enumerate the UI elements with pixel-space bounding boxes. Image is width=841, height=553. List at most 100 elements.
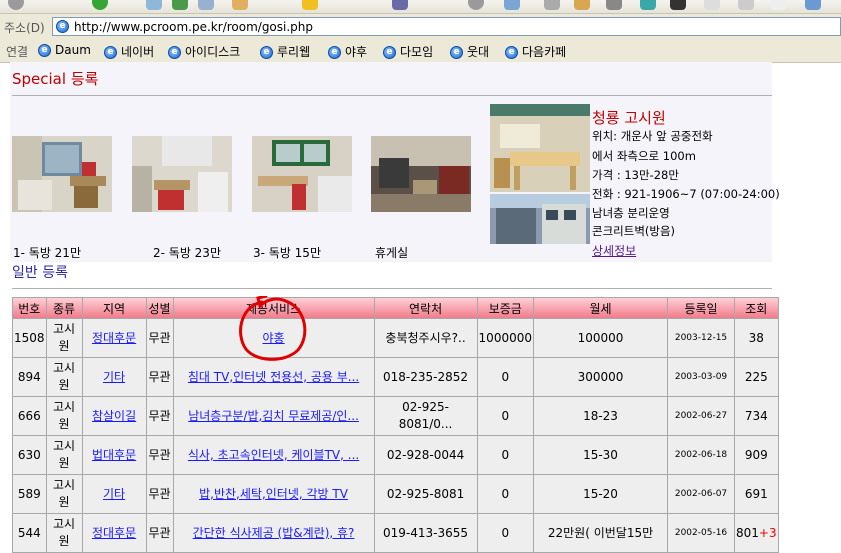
area-link[interactable]: 기타 xyxy=(103,487,125,501)
link-yahoo[interactable]: e 야후 xyxy=(328,43,367,60)
refresh-icon[interactable] xyxy=(172,0,188,10)
print-icon[interactable] xyxy=(544,0,560,10)
cell-no: 589 xyxy=(13,475,46,513)
room-photo-1[interactable] xyxy=(12,136,112,212)
header-service: 제공서비스 xyxy=(173,298,374,318)
room-photo-3[interactable] xyxy=(252,136,352,212)
header-deposit: 보증금 xyxy=(477,298,533,318)
table-row: 894 고시원 기타 무관 침대 TV,인터넷 전용선, 공용 부... 018… xyxy=(13,358,778,396)
link-daumcafe[interactable]: e 다음카페 xyxy=(505,43,566,60)
messenger-icon[interactable] xyxy=(640,0,656,10)
photo-caption: 3- 독방 15만 xyxy=(253,246,321,260)
service-link[interactable]: 침대 TV,인터넷 전용선, 공용 부... xyxy=(188,370,359,384)
divider xyxy=(12,95,772,96)
room-photo-2[interactable] xyxy=(132,136,232,212)
area-link[interactable]: 기타 xyxy=(103,370,125,384)
area-link[interactable]: 정대후문 xyxy=(92,526,136,540)
area-link[interactable]: 정대후문 xyxy=(92,331,136,345)
cell-views: 801+3 xyxy=(735,514,778,552)
featured-info-line: 남녀층 분리운영 xyxy=(592,206,670,220)
header-area: 지역 xyxy=(82,298,146,318)
cell-type: 고시원 xyxy=(46,514,82,552)
featured-photo-2[interactable] xyxy=(490,194,590,244)
link-ruliweb[interactable]: e 루리웹 xyxy=(260,43,310,60)
area-link[interactable]: 참살이길 xyxy=(92,409,136,423)
cell-service: 밥,반찬,세탁,인터넷, 각방 TV xyxy=(173,475,374,513)
cell-type: 고시원 xyxy=(46,436,82,474)
cell-deposit: 0 xyxy=(477,514,533,552)
cell-date: 2002-06-18 xyxy=(668,436,734,474)
link-label: 아이디스크 xyxy=(185,45,241,59)
ie-link-icon: e xyxy=(328,46,341,59)
featured-info-line: 전화 : 921-1906~7 (07:00-24:00) xyxy=(592,187,780,201)
cell-no: 544 xyxy=(13,514,46,552)
area-link[interactable]: 법대후문 xyxy=(92,448,136,462)
ie-link-icon: e xyxy=(260,46,273,59)
featured-photo-1[interactable] xyxy=(490,104,590,192)
favorites-icon[interactable] xyxy=(302,0,318,10)
table-row: 1508 고시원 정대후문 무관 야홍 충북청주시우?.. 1000000 10… xyxy=(13,319,778,357)
mail-icon[interactable] xyxy=(504,0,520,10)
cell-date: 2002-06-07 xyxy=(668,475,734,513)
photo-caption: 휴게실 xyxy=(375,246,409,260)
service-link[interactable]: 식사, 초고속인터넷, 케이블TV, ... xyxy=(188,448,359,462)
cell-no: 1508 xyxy=(13,319,46,357)
table-row: 589 고시원 기타 무관 밥,반찬,세탁,인터넷, 각방 TV 02-925-… xyxy=(13,475,778,513)
edit-icon[interactable] xyxy=(232,0,248,10)
detail-info-link[interactable]: 상세정보 xyxy=(592,242,636,259)
tools-icon[interactable] xyxy=(738,0,754,10)
cell-views: 734 xyxy=(735,397,778,435)
lounge-photo[interactable] xyxy=(371,136,471,212)
url-input[interactable]: e http://www.pcroom.pe.kr/room/gosi.php xyxy=(52,17,841,36)
cell-rent: 300000 xyxy=(534,358,667,396)
page-icon[interactable] xyxy=(704,0,720,10)
lounge-photo-image xyxy=(371,136,471,212)
service-link[interactable]: 야홍 xyxy=(263,331,285,345)
featured-info-line: 위치: 개운사 앞 공중전화 xyxy=(592,129,713,143)
ie-link-icon: e xyxy=(383,46,396,59)
service-link[interactable]: 남녀층구분/밥,김치 무료제공/인... xyxy=(188,409,359,423)
edit-page-icon[interactable] xyxy=(574,0,590,10)
ie-link-icon: e xyxy=(38,44,51,57)
history-icon[interactable] xyxy=(468,0,484,10)
research-icon[interactable] xyxy=(670,0,686,10)
cell-rent: 15-30 xyxy=(534,436,667,474)
cell-sex: 무관 xyxy=(146,358,173,396)
links-label: 연결 xyxy=(6,45,29,59)
cell-date: 2002-06-27 xyxy=(668,397,734,435)
cell-contact: 02-925-8081/0... xyxy=(374,397,477,435)
cell-views: 38 xyxy=(735,319,778,357)
discuss-icon[interactable] xyxy=(606,0,622,10)
photo-caption: 1- 독방 21만 xyxy=(13,246,81,260)
divider xyxy=(12,288,772,289)
bookmark-icon[interactable] xyxy=(770,0,786,10)
stop-icon[interactable] xyxy=(146,0,162,10)
forward-icon[interactable] xyxy=(92,0,108,10)
cell-type: 고시원 xyxy=(46,358,82,396)
service-link[interactable]: 간단한 식사제공 (밥&계란), 휴? xyxy=(193,526,355,540)
link-label: 루리웹 xyxy=(277,45,311,59)
media-icon[interactable] xyxy=(392,0,408,10)
cell-rent: 100000 xyxy=(534,319,667,357)
address-label: 주소(D) xyxy=(4,21,45,35)
link-daum[interactable]: e Daum xyxy=(38,43,91,57)
room-photo-3-image xyxy=(252,136,352,212)
table-row: 630 고시원 법대후문 무관 식사, 초고속인터넷, 케이블TV, ... 0… xyxy=(13,436,778,474)
back-icon[interactable] xyxy=(8,0,24,10)
home-icon[interactable] xyxy=(198,0,214,10)
cell-rent: 22만원( 이번달15만 xyxy=(534,514,667,552)
link-naver[interactable]: e 네이버 xyxy=(104,43,154,60)
link-utdae[interactable]: e 웃대 xyxy=(450,43,489,60)
extra-icon[interactable] xyxy=(805,0,821,10)
general-title: 일반 등록 xyxy=(12,265,68,281)
link-idisk[interactable]: e 아이디스크 xyxy=(168,43,240,60)
ie-link-icon: e xyxy=(505,46,518,59)
featured-photo-2-image xyxy=(490,194,590,244)
special-title: Special 등록 xyxy=(12,70,99,88)
cell-sex: 무관 xyxy=(146,397,173,435)
featured-info-line: 가격 : 13만-28만 xyxy=(592,168,679,182)
cell-no: 894 xyxy=(13,358,46,396)
service-link[interactable]: 밥,반찬,세탁,인터넷, 각방 TV xyxy=(199,487,348,501)
cell-area: 법대후문 xyxy=(82,436,146,474)
link-damoim[interactable]: e 다모임 xyxy=(383,43,433,60)
